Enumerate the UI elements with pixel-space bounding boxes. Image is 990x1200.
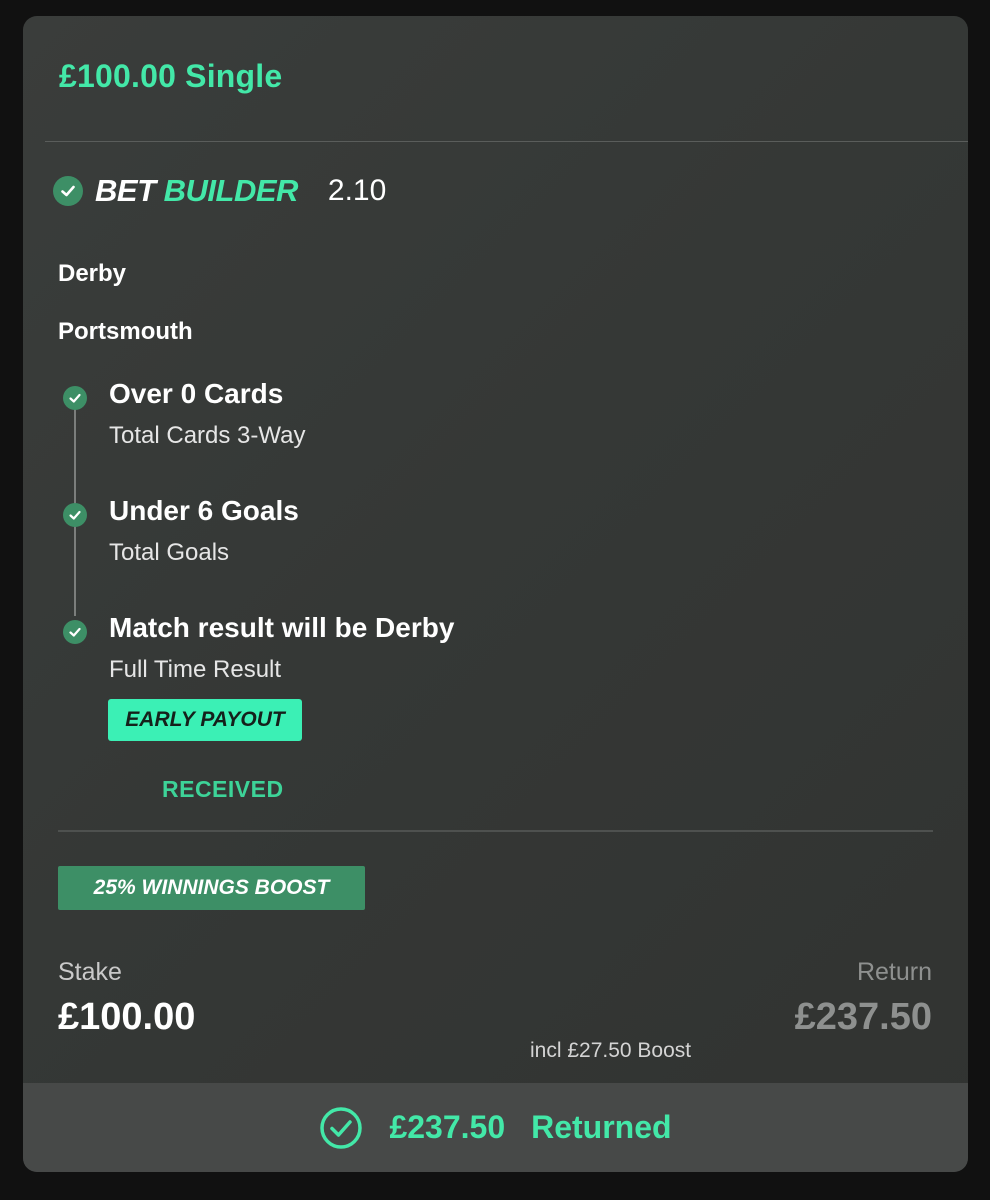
- check-circle-icon: [63, 620, 87, 644]
- selection-timeline: [74, 388, 76, 616]
- bet-builder-prefix: BET: [95, 173, 156, 208]
- team-home: Derby: [58, 260, 127, 287]
- bet-card: £100.00 Single BET BUILDER 2.10 Derby Po…: [23, 16, 968, 1172]
- bet-odds: 2.10: [327, 174, 387, 207]
- check-circle-icon: [63, 503, 87, 527]
- bet-builder-suffix: BUILDER: [163, 173, 299, 208]
- selection-name: Over 0 Cards: [109, 378, 284, 409]
- bet-builder-label: BET BUILDER: [95, 173, 298, 209]
- returned-status: Returned: [531, 1109, 672, 1145]
- return-label: Return: [856, 958, 932, 986]
- winnings-boost-badge: 25% WINNINGS BOOST: [58, 866, 365, 910]
- check-circle-icon: [63, 386, 87, 410]
- selection-name: Match result will be Derby: [109, 612, 455, 643]
- team-away: Portsmouth: [58, 318, 193, 345]
- check-circle-icon: [53, 176, 83, 206]
- selection-market: Full Time Result: [109, 656, 282, 683]
- stake-label: Stake: [58, 958, 122, 986]
- bet-builder-header: BET BUILDER 2.10: [53, 172, 386, 210]
- stake-value: £100.00: [58, 996, 196, 1038]
- boost-note: incl £27.50 Boost: [530, 1039, 692, 1062]
- early-payout-status: RECEIVED: [162, 776, 284, 802]
- selection-market: Total Cards 3-Way: [109, 422, 306, 449]
- bet-title: £100.00 Single: [59, 58, 283, 94]
- early-payout-badge: EARLY PAYOUT: [108, 699, 302, 741]
- selection-market: Total Goals: [109, 539, 230, 566]
- selection-name: Under 6 Goals: [109, 495, 299, 526]
- divider: [45, 141, 968, 142]
- return-value: £237.50: [794, 996, 932, 1038]
- returned-footer: £237.50 Returned: [23, 1083, 968, 1172]
- returned-amount: £237.50: [389, 1109, 506, 1145]
- check-circle-outline-icon: [319, 1106, 363, 1150]
- divider: [58, 830, 933, 832]
